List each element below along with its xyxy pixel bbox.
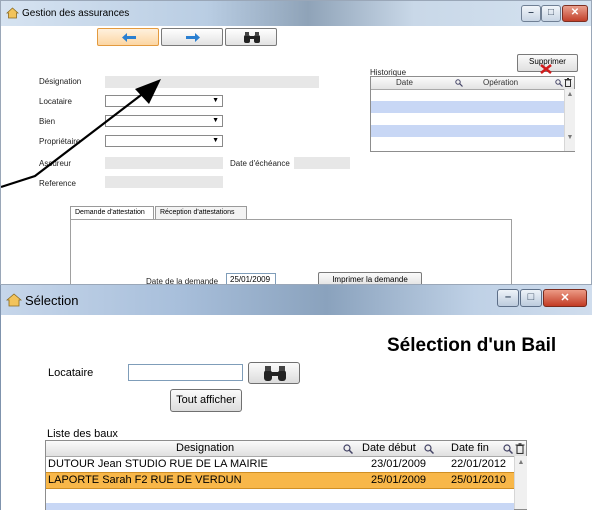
row-debut: 25/01/2009 (371, 474, 427, 486)
row-designation: LAPORTE Sarah F2 RUE DE VERDUN (48, 474, 242, 486)
binoculars-icon (264, 366, 286, 381)
row-debut: 23/01/2009 (371, 458, 427, 470)
minimize-button[interactable]: – (497, 289, 519, 307)
maximize-button[interactable]: □ (520, 289, 542, 307)
col-debut-header[interactable]: Date début (362, 442, 416, 454)
app-house-icon (6, 293, 22, 307)
show-all-button[interactable]: Tout afficher (170, 389, 242, 412)
table-row[interactable]: DUTOUR Jean STUDIO RUE DE LA MAIRIE 23/0… (46, 457, 514, 472)
search-icon[interactable] (343, 444, 353, 454)
annotation-arrow (1, 79, 161, 189)
trash-icon[interactable] (515, 443, 525, 454)
leases-table[interactable]: Designation Date début Date fin DUTOUR J… (45, 440, 527, 510)
search-icon[interactable] (503, 444, 513, 454)
selection-title: Sélection (25, 293, 79, 308)
selection-window: Sélection – □ ✕ Sélection d'un Bail Loca… (0, 285, 592, 510)
selection-titlebar[interactable]: Sélection – □ ✕ (1, 285, 592, 315)
scroll-up-icon[interactable]: ▲ (515, 459, 527, 466)
col-fin-header[interactable]: Date fin (451, 442, 489, 454)
close-button[interactable]: ✕ (543, 289, 587, 307)
table-band (46, 503, 514, 510)
list-label: Liste des baux (47, 428, 118, 440)
close-icon: ✕ (560, 292, 570, 304)
leases-header: Designation Date début Date fin (46, 441, 526, 457)
locataire-label: Locataire (48, 367, 94, 379)
row-fin: 22/01/2012 (451, 458, 507, 470)
table-row-selected[interactable]: LAPORTE Sarah F2 RUE DE VERDUN 25/01/200… (46, 472, 514, 489)
assurances-window: Gestion des assurances – □ ✕ Supprimer D… (0, 0, 592, 285)
locataire-search-input[interactable] (128, 364, 243, 381)
row-fin: 25/01/2010 (451, 474, 507, 486)
show-all-label: Tout afficher (176, 394, 236, 406)
search-icon[interactable] (424, 444, 434, 454)
selection-heading: Sélection d'un Bail (387, 335, 557, 356)
maximize-icon: □ (527, 291, 535, 303)
search-button[interactable] (248, 362, 300, 384)
row-designation: DUTOUR Jean STUDIO RUE DE LA MAIRIE (48, 458, 268, 470)
col-designation-header[interactable]: Designation (176, 442, 234, 454)
leases-scrollbar[interactable]: ▲ (514, 456, 527, 509)
minimize-icon: – (504, 291, 512, 303)
